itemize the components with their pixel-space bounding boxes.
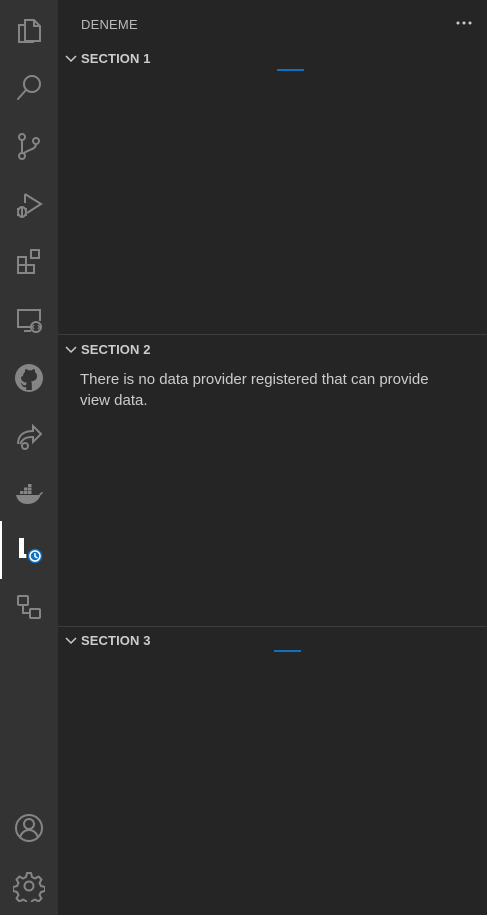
run-debug-icon [17, 193, 43, 218]
ellipsis-icon [456, 21, 472, 25]
manage-gear-icon [13, 872, 45, 902]
view-section-2: SECTION 2 There is no data provider regi… [58, 334, 487, 626]
activity-manage[interactable] [0, 857, 58, 915]
activity-docker[interactable] [0, 465, 58, 523]
activity-bar [0, 0, 58, 915]
activity-explorer[interactable] [0, 1, 58, 59]
section-3-progress-bar [274, 650, 301, 652]
extensions-icon [17, 249, 40, 274]
timeline-view-icon [19, 538, 44, 565]
sidebar-title: DENEME [81, 17, 138, 32]
activity-timeline-view[interactable] [0, 521, 58, 579]
source-control-icon [18, 133, 40, 160]
activity-custom-view[interactable] [0, 579, 58, 637]
section-3-title: SECTION 3 [81, 633, 151, 648]
search-icon [17, 75, 41, 100]
activity-accounts[interactable] [0, 799, 58, 857]
docker-icon [16, 484, 43, 504]
activity-source-control[interactable] [0, 117, 58, 175]
activity-github[interactable] [0, 349, 58, 407]
chevron-down-icon [65, 637, 77, 645]
remote-explorer-icon [17, 309, 42, 333]
side-bar: DENEME SECTION 1 SECTION 2 There is no d… [58, 0, 487, 915]
activity-run-debug[interactable] [0, 175, 58, 233]
section-3-header[interactable]: SECTION 3 [58, 626, 487, 654]
activity-extensions[interactable] [0, 233, 58, 291]
chevron-down-icon [65, 346, 77, 354]
view-section-1: SECTION 1 [58, 44, 487, 334]
chevron-down-icon [65, 55, 77, 63]
custom-view-icon [17, 595, 41, 619]
section-2-header[interactable]: SECTION 2 [58, 335, 487, 363]
github-icon [15, 364, 43, 392]
live-share-icon [17, 423, 43, 450]
explorer-icon [18, 19, 41, 43]
activity-live-share[interactable] [0, 407, 58, 465]
activity-remote-explorer[interactable] [0, 291, 58, 349]
vscode-window: DENEME SECTION 1 SECTION 2 There is no d… [0, 0, 487, 915]
more-actions-button[interactable] [451, 10, 477, 36]
section-1-header[interactable]: SECTION 1 [58, 44, 487, 72]
section-1-title: SECTION 1 [81, 51, 151, 66]
section-2-title: SECTION 2 [81, 342, 151, 357]
no-data-provider-message: There is no data provider registered tha… [80, 371, 429, 409]
accounts-icon [15, 814, 43, 842]
section-1-progress-bar [277, 69, 304, 71]
activity-search[interactable] [0, 59, 58, 117]
view-section-3: SECTION 3 [58, 626, 487, 915]
